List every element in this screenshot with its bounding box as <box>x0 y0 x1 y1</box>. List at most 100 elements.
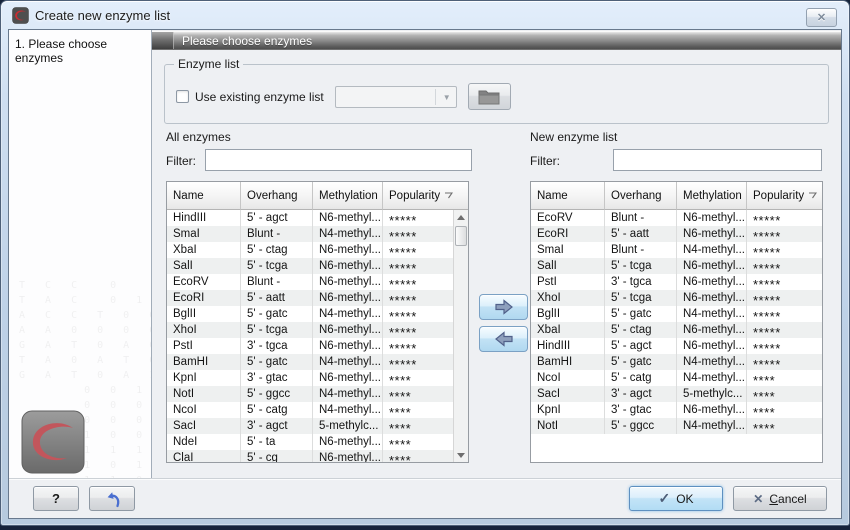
cell-overhang: 3' - gtac <box>241 370 313 386</box>
cell-methylation: N4-methyl... <box>313 226 383 242</box>
column-header-overhang[interactable]: Overhang <box>605 182 677 210</box>
remove-enzyme-button[interactable] <box>479 326 528 352</box>
table-row[interactable]: EcoRVBlunt -N6-methyl...***** <box>167 274 453 290</box>
table-header: Name Overhang Methylation Popularity <box>531 182 822 210</box>
table-row[interactable]: XbaI5' - ctagN6-methyl...***** <box>531 322 822 338</box>
table-row[interactable]: EcoRVBlunt -N6-methyl...***** <box>531 210 822 226</box>
table-row[interactable]: XbaI5' - ctagN6-methyl...***** <box>167 242 453 258</box>
table-row[interactable]: PstI3' - tgcaN6-methyl...***** <box>531 274 822 290</box>
cell-overhang: 5' - tcga <box>605 290 677 306</box>
column-header-name[interactable]: Name <box>531 182 605 210</box>
cell-name: SacI <box>531 386 605 402</box>
cancel-button[interactable]: ✕ Cancel <box>733 486 827 511</box>
cell-name: HindIII <box>531 338 605 354</box>
new-enzyme-list-table: Name Overhang Methylation Popularity Eco… <box>530 181 823 463</box>
table-row[interactable]: SmaIBlunt -N4-methyl...***** <box>531 242 822 258</box>
table-row[interactable]: PstI3' - tgcaN6-methyl...***** <box>167 338 453 354</box>
table-row[interactable]: EcoRI5' - aattN6-methyl...***** <box>167 290 453 306</box>
close-button[interactable]: ✕ <box>806 8 837 27</box>
cell-name: BamHI <box>531 354 605 370</box>
table-row[interactable]: NcoI5' - catgN4-methyl...**** <box>531 370 822 386</box>
cell-overhang: 5' - cg <box>241 450 313 462</box>
cell-methylation: N6-methyl... <box>313 242 383 258</box>
column-header-overhang[interactable]: Overhang <box>241 182 313 210</box>
cell-name: BglII <box>531 306 605 322</box>
arrow-right-icon <box>494 299 514 315</box>
enzyme-list-group-label: Enzyme list <box>174 57 243 71</box>
cell-name: XhoI <box>531 290 605 306</box>
table-row[interactable]: NcoI5' - catgN4-methyl...**** <box>167 402 453 418</box>
table-row[interactable]: SmaIBlunt -N4-methyl...***** <box>167 226 453 242</box>
cell-methylation: N6-methyl... <box>313 290 383 306</box>
cell-overhang: 5' - tcga <box>241 258 313 274</box>
table-row[interactable]: ClaI5' - cgN6-methyl...**** <box>167 450 453 462</box>
header-grip <box>152 32 174 49</box>
column-header-popularity[interactable]: Popularity <box>747 182 822 210</box>
cell-methylation: N4-methyl... <box>313 386 383 402</box>
table-row[interactable]: BglII5' - gatcN4-methyl...***** <box>531 306 822 322</box>
scroll-down-icon[interactable] <box>454 448 468 462</box>
all-enzymes-title: All enzymes <box>166 130 231 144</box>
cell-name: BglII <box>167 306 241 322</box>
cell-overhang: Blunt - <box>241 226 313 242</box>
table-row[interactable]: NotI5' - ggccN4-methyl...**** <box>167 386 453 402</box>
table-row[interactable]: BamHI5' - gatcN4-methyl...***** <box>531 354 822 370</box>
cell-methylation: 5-methylc... <box>677 386 747 402</box>
table-row[interactable]: KpnI3' - gtacN6-methyl...**** <box>167 370 453 386</box>
table-row[interactable]: HindIII5' - agctN6-methyl...***** <box>531 338 822 354</box>
right-filter-input[interactable] <box>613 149 822 171</box>
table-row[interactable]: KpnI3' - gtacN6-methyl...**** <box>531 402 822 418</box>
enzyme-list-combobox[interactable]: ▼ <box>335 86 457 108</box>
title-bar[interactable]: Create new enzyme list ✕ <box>1 1 849 29</box>
browse-button[interactable] <box>468 83 511 110</box>
scrollbar-thumb[interactable] <box>455 226 467 246</box>
vertical-scrollbar[interactable] <box>453 210 468 462</box>
dialog-window: Create new enzyme list ✕ 1. Please choos… <box>0 0 850 526</box>
combobox-separator <box>435 89 436 105</box>
table-row[interactable]: EcoRI5' - aattN6-methyl...***** <box>531 226 822 242</box>
reset-button[interactable] <box>89 486 135 511</box>
table-row[interactable]: BglII5' - gatcN4-methyl...***** <box>167 306 453 322</box>
sort-descending-icon <box>808 192 817 199</box>
cell-popularity: **** <box>747 370 822 386</box>
left-filter-input[interactable] <box>205 149 472 171</box>
cell-methylation: N6-methyl... <box>313 274 383 290</box>
table-row[interactable]: HindIII5' - agctN6-methyl...***** <box>167 210 453 226</box>
help-button[interactable]: ? <box>33 486 79 511</box>
table-row[interactable]: SacI3' - agct5-methylc...**** <box>167 418 453 434</box>
table-row[interactable]: XhoI5' - tcgaN6-methyl...***** <box>167 322 453 338</box>
cell-overhang: 3' - tgca <box>241 338 313 354</box>
table-row[interactable]: BamHI5' - gatcN4-methyl...***** <box>167 354 453 370</box>
cell-methylation: N6-methyl... <box>677 322 747 338</box>
add-enzyme-button[interactable] <box>479 294 528 320</box>
dialog-client: 1. Please choose enzymes T C C 0T A C 0 … <box>8 29 842 519</box>
cell-methylation: N6-methyl... <box>313 322 383 338</box>
cell-methylation: N6-methyl... <box>313 450 383 462</box>
cell-methylation: N6-methyl... <box>677 258 747 274</box>
dialog-footer: ? ✓ OK ✕ Cancel <box>9 478 841 518</box>
use-existing-checkbox[interactable] <box>176 90 189 103</box>
table-row[interactable]: SalI5' - tcgaN6-methyl...***** <box>531 258 822 274</box>
cell-name: ClaI <box>167 450 241 462</box>
cell-popularity: **** <box>747 418 822 434</box>
cell-popularity: ***** <box>747 210 822 226</box>
column-header-methylation[interactable]: Methylation <box>677 182 747 210</box>
new-enzyme-list-title: New enzyme list <box>530 130 617 144</box>
column-header-name[interactable]: Name <box>167 182 241 210</box>
scroll-up-icon[interactable] <box>454 210 468 224</box>
cell-overhang: 5' - catg <box>605 370 677 386</box>
table-row[interactable]: NotI5' - ggccN4-methyl...**** <box>531 418 822 434</box>
table-row[interactable]: XhoI5' - tcgaN6-methyl...***** <box>531 290 822 306</box>
cell-overhang: 5' - ggcc <box>605 418 677 434</box>
table-row[interactable]: SalI5' - tcgaN6-methyl...***** <box>167 258 453 274</box>
column-header-methylation[interactable]: Methylation <box>313 182 383 210</box>
column-header-popularity[interactable]: Popularity <box>383 182 468 210</box>
app-logo-icon <box>12 7 29 24</box>
table-row[interactable]: SacI3' - agct5-methylc...**** <box>531 386 822 402</box>
cell-overhang: 5' - ggcc <box>241 386 313 402</box>
ok-button[interactable]: ✓ OK <box>629 486 723 511</box>
cell-name: SmaI <box>531 242 605 258</box>
cell-methylation: 5-methylc... <box>313 418 383 434</box>
cell-methylation: N4-methyl... <box>677 370 747 386</box>
table-row[interactable]: NdeI5' - taN6-methyl...**** <box>167 434 453 450</box>
